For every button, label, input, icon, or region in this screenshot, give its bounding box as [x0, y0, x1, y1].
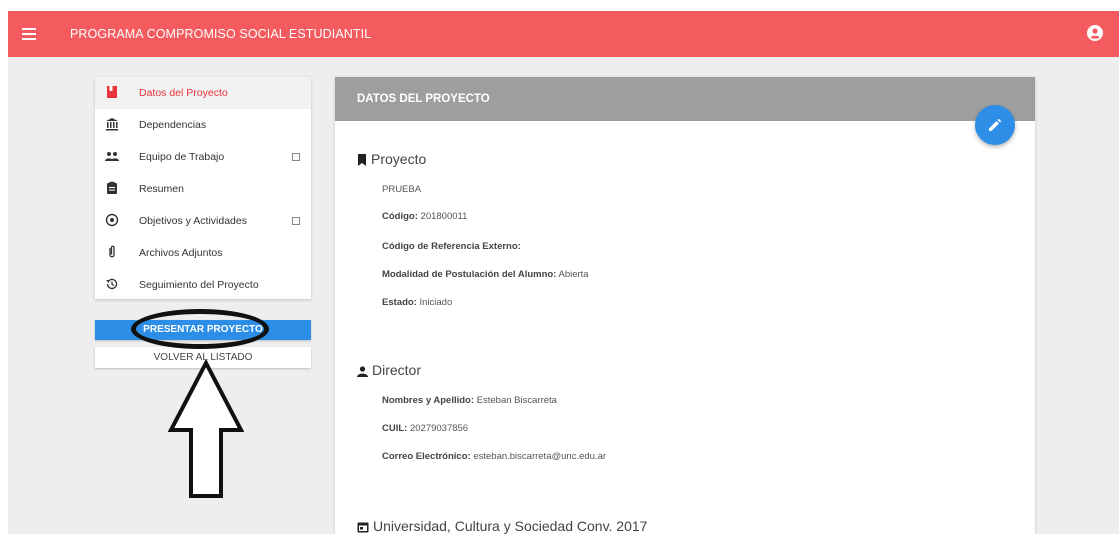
field-value: 20279037856 — [409, 423, 469, 434]
annotation-ellipse — [131, 309, 269, 349]
field-label: Código de Referencia Externo: — [382, 241, 521, 252]
field-label: Nombres y Apellido: — [382, 395, 475, 406]
sidebar-item-label: Objetivos y Actividades — [139, 215, 247, 227]
field-value: 201800011 — [420, 211, 468, 222]
field-label: Modalidad de Postulación del Alumno: — [382, 269, 557, 280]
bookmark-icon — [107, 86, 117, 98]
project-details-card: DATOS DEL PROYECTO Proyecto PRUEBA Códig… — [335, 77, 1035, 534]
section-convocatoria: Universidad, Cultura y Sociedad Conv. 20… — [357, 518, 647, 534]
sidebar-item-datos-del-proyecto[interactable]: Datos del Proyecto — [95, 77, 311, 109]
card-title: DATOS DEL PROYECTO — [357, 93, 490, 105]
sidebar-item-label: Equipo de Trabajo — [139, 151, 225, 163]
sidebar-item-seguimiento-del-proyecto[interactable]: Seguimiento del Proyecto — [95, 269, 311, 301]
project-name: PRUEBA — [382, 184, 422, 195]
field-nombre: Nombres y Apellido: Esteban Biscarreta — [382, 395, 557, 406]
section-director: Director — [357, 362, 421, 378]
sidebar-item-equipo-de-trabajo[interactable]: Equipo de Trabajo — [95, 141, 311, 173]
section-title-text: Universidad, Cultura y Sociedad Conv. 20… — [373, 518, 648, 534]
section-title-text: Director — [372, 362, 422, 378]
section-proyecto: Proyecto — [357, 151, 426, 167]
field-email: Correo Electrónico: esteban.biscarreta@u… — [382, 451, 606, 462]
field-label: Correo Electrónico: — [382, 451, 471, 462]
sidebar-item-label: Dependencias — [139, 119, 207, 131]
field-label: Código: — [382, 211, 418, 222]
clipboard-icon — [107, 181, 117, 194]
pencil-icon — [989, 118, 1002, 131]
sidebar-item-label: Archivos Adjuntos — [139, 247, 223, 259]
person-icon — [357, 366, 368, 377]
field-cuil: CUIL: 20279037856 — [382, 423, 468, 434]
field-value: Esteban Biscarreta — [476, 395, 557, 406]
sidebar-item-label: Resumen — [139, 183, 184, 195]
section-title-text: Proyecto — [371, 151, 427, 167]
field-modalidad: Modalidad de Postulación del Alumno: Abi… — [382, 269, 589, 280]
field-estado: Estado: Iniciado — [382, 297, 452, 308]
sidebar-item-label: Datos del Proyecto — [139, 87, 228, 99]
top-app-bar: PROGRAMA COMPROMISO SOCIAL ESTUDIANTIL — [8, 11, 1119, 57]
field-codigo: Código: 201800011 — [382, 211, 467, 222]
sidebar-item-dependencias[interactable]: Dependencias — [95, 109, 311, 141]
bookmark-icon — [358, 154, 366, 167]
sidebar-item-objetivos-y-actividades[interactable]: Objetivos y Actividades — [95, 205, 311, 237]
field-label: CUIL: — [382, 423, 408, 434]
sidebar-item-label: Seguimiento del Proyecto — [139, 279, 259, 291]
field-label: Estado: — [382, 297, 417, 308]
paperclip-icon — [109, 245, 115, 258]
sidebar-nav: Datos del Proyecto Dependencias Equipo d… — [95, 77, 311, 299]
card-header: DATOS DEL PROYECTO — [335, 77, 1035, 121]
annotation-arrow-up-icon — [168, 360, 244, 498]
hamburger-icon[interactable] — [22, 28, 36, 40]
bank-icon — [106, 118, 118, 131]
status-checkbox — [292, 153, 300, 161]
edit-button[interactable] — [975, 105, 1015, 145]
history-icon — [106, 278, 118, 290]
status-checkbox — [292, 217, 300, 225]
field-value: Iniciado — [419, 297, 453, 308]
app-title: PROGRAMA COMPROMISO SOCIAL ESTUDIANTIL — [70, 27, 372, 41]
field-value: esteban.biscarreta@unc.edu.ar — [473, 451, 607, 462]
field-value: Abierta — [558, 269, 589, 280]
sidebar-item-resumen[interactable]: Resumen — [95, 173, 311, 205]
sidebar-item-archivos-adjuntos[interactable]: Archivos Adjuntos — [95, 237, 311, 269]
target-icon — [105, 213, 119, 227]
group-icon — [105, 152, 119, 161]
calendar-icon — [357, 522, 369, 533]
account-icon[interactable] — [1087, 25, 1103, 41]
field-codigo-referencia: Código de Referencia Externo: — [382, 241, 521, 252]
